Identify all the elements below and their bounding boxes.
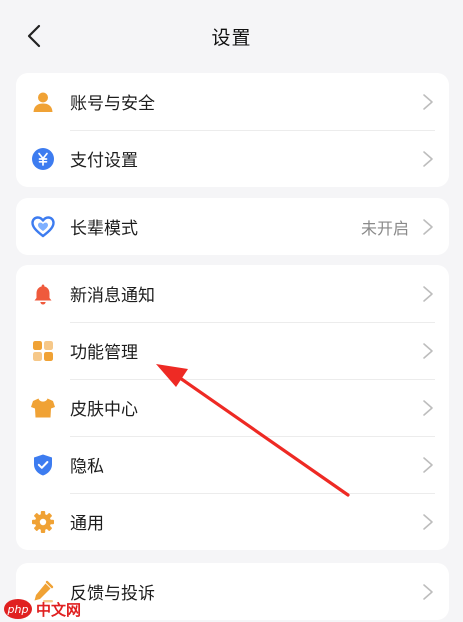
tshirt-icon [30,395,56,421]
settings-group-general: 新消息通知 功能管理 皮肤中心 隐私 通用 [16,265,449,550]
heart-shield-icon [30,214,56,240]
row-label: 隐私 [70,457,104,477]
header-bar: 设置 [0,0,463,72]
row-label: 通用 [70,514,104,534]
settings-row-account-security[interactable]: 账号与安全 [16,73,449,130]
settings-row-elder-mode[interactable]: 长辈模式 未开启 [16,198,449,255]
chevron-right-icon [423,456,433,473]
chevron-right-icon [423,513,433,530]
yen-icon [30,146,56,172]
settings-group-elder: 长辈模式 未开启 [16,198,449,255]
row-label: 账号与安全 [70,94,155,114]
chevron-right-icon [423,399,433,416]
watermark-logo: php [4,599,32,619]
settings-group-account: 账号与安全 支付设置 [16,73,449,187]
shield-check-icon [30,452,56,478]
bell-icon [30,281,56,307]
chevron-right-icon [423,342,433,359]
chevron-right-icon [423,218,433,235]
page-title: 设置 [211,26,252,49]
chevron-right-icon [423,150,433,167]
chevron-right-icon [423,93,433,110]
row-label: 皮肤中心 [70,400,138,420]
chevron-left-icon [27,24,41,48]
settings-row-feature-management[interactable]: 功能管理 [16,322,449,379]
row-label: 新消息通知 [70,286,155,306]
settings-row-privacy[interactable]: 隐私 [16,436,449,493]
settings-row-notifications[interactable]: 新消息通知 [16,265,449,322]
back-button[interactable] [20,22,48,50]
row-label: 长辈模式 [70,219,138,239]
elder-mode-status: 未开启 [360,218,409,238]
user-icon [30,89,56,115]
row-label: 反馈与投诉 [70,584,155,604]
row-label: 功能管理 [70,343,138,363]
settings-row-general[interactable]: 通用 [16,493,449,550]
row-label: 支付设置 [70,151,138,171]
watermark-text: 中文网 [36,600,82,619]
watermark: php 中文网 [4,597,81,621]
chevron-right-icon [423,285,433,302]
settings-row-payment[interactable]: 支付设置 [16,130,449,187]
gear-icon [30,509,56,535]
grid-icon [30,338,56,364]
chevron-right-icon [423,583,433,600]
settings-row-skin-center[interactable]: 皮肤中心 [16,379,449,436]
